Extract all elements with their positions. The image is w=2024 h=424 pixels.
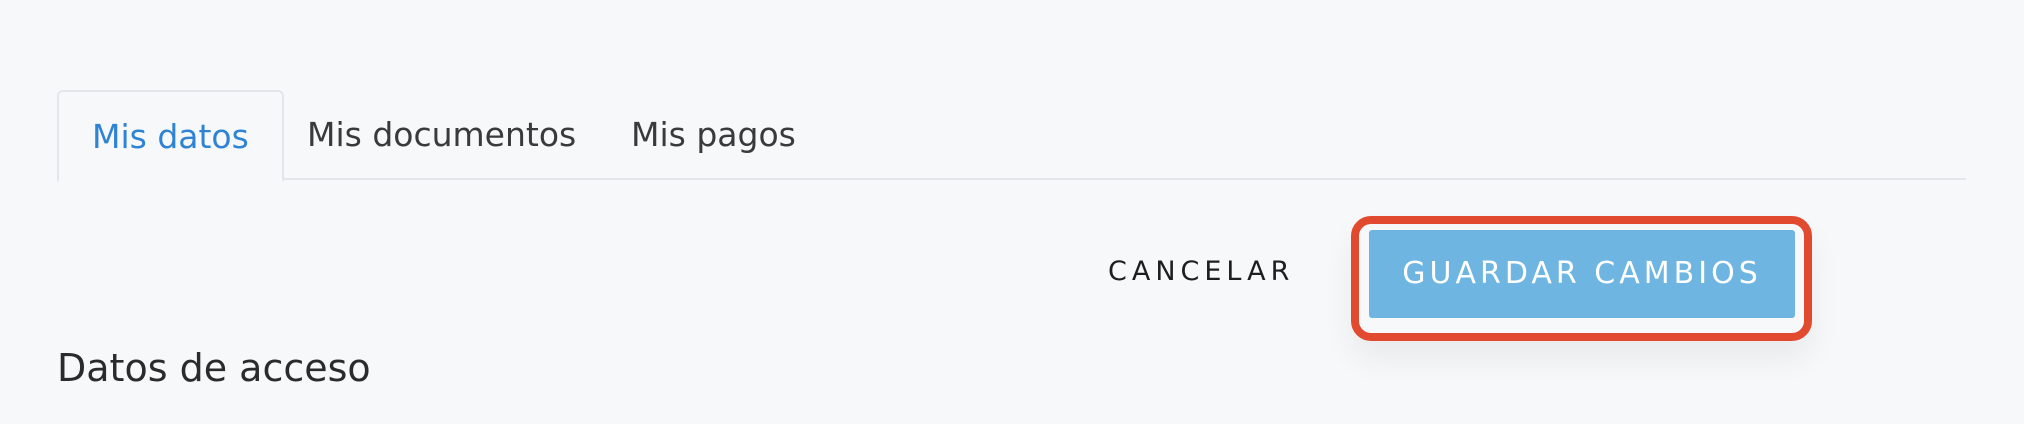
section-title: Datos de acceso xyxy=(57,346,371,390)
tab-mis-pagos[interactable]: Mis pagos xyxy=(631,90,796,180)
save-changes-button[interactable]: GUARDAR CAMBIOS xyxy=(1369,230,1795,318)
tab-mis-datos[interactable]: Mis datos xyxy=(57,90,284,182)
cancel-button[interactable]: CANCELAR xyxy=(1108,244,1294,300)
tab-mis-documentos[interactable]: Mis documentos xyxy=(307,90,576,180)
tab-bar: Mis datos Mis documentos Mis pagos xyxy=(57,90,1966,182)
